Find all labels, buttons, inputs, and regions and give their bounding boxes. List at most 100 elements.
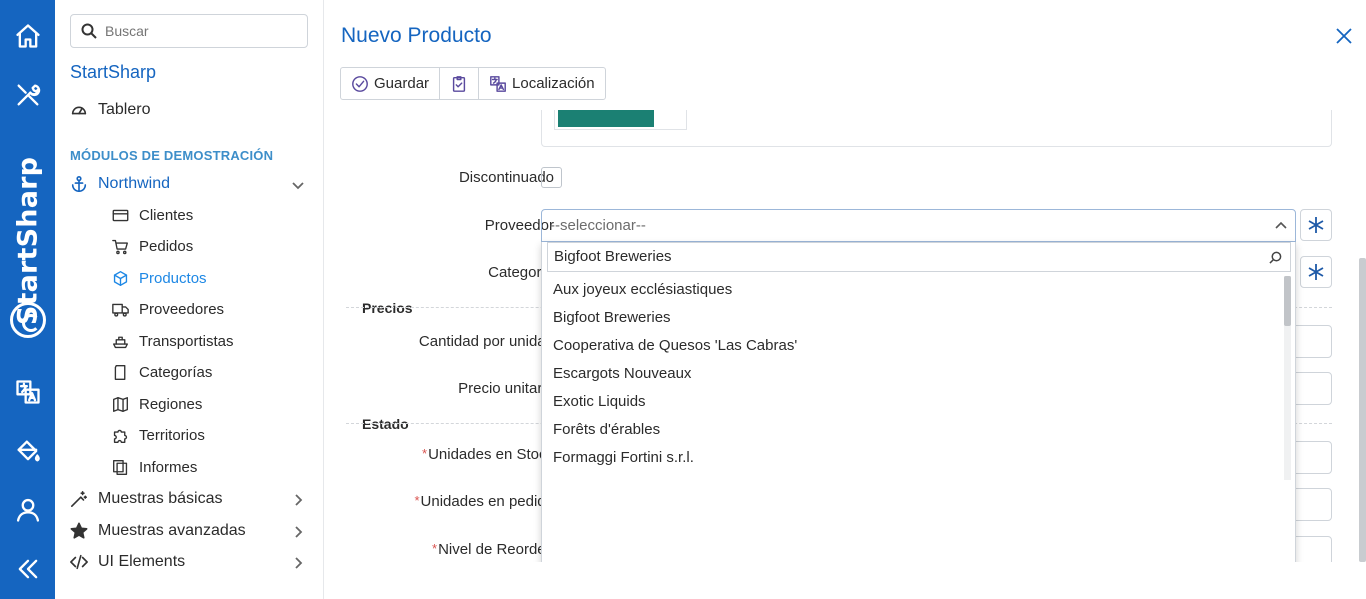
nav-item-label: Tablero bbox=[98, 101, 151, 118]
nav-group-ui-elements[interactable]: UI Elements bbox=[70, 553, 185, 571]
nav-item-dashboard[interactable]: Tablero bbox=[70, 101, 150, 119]
localization-button-label: Localización bbox=[512, 75, 595, 92]
nav-item-label: UI Elements bbox=[98, 553, 186, 570]
dropdown-scrollbar[interactable] bbox=[1284, 276, 1291, 480]
reorder-level-label-text: Nivel de Reorden bbox=[438, 541, 554, 558]
sidebar-item-proveedores[interactable]: Proveedores bbox=[112, 301, 224, 318]
sidebar-item-label: Pedidos bbox=[139, 238, 194, 255]
prices-section-title: Precios bbox=[362, 300, 413, 316]
sidebar-item-label: Transportistas bbox=[139, 333, 234, 350]
sidebar-item-transportistas[interactable]: Transportistas bbox=[112, 333, 233, 350]
cart-icon bbox=[112, 239, 128, 255]
sidebar-item-pedidos[interactable]: Pedidos bbox=[112, 238, 193, 255]
chevron-down-icon[interactable] bbox=[291, 178, 305, 192]
nav-item-label: Muestras avanzadas bbox=[98, 522, 246, 539]
puzzle-icon bbox=[113, 429, 128, 443]
add-category-button[interactable] bbox=[1300, 256, 1332, 288]
unit-price-label: Precio unitario bbox=[458, 380, 554, 397]
discontinued-checkbox[interactable] bbox=[541, 167, 562, 188]
user-icon[interactable] bbox=[12, 494, 43, 525]
dialog-scrollbar[interactable] bbox=[1359, 258, 1366, 562]
asterisk-icon bbox=[1308, 264, 1324, 280]
qty-per-unit-label: Cantidad por unidad bbox=[418, 333, 554, 350]
check-circle-icon bbox=[352, 75, 368, 92]
required-marker: * bbox=[422, 446, 428, 461]
supplier-dropdown-search[interactable]: Bigfoot Breweries bbox=[547, 242, 1291, 272]
supplier-option[interactable]: Formaggi Fortini s.r.l. bbox=[542, 444, 1287, 472]
sidebar-item-regiones[interactable]: Regiones bbox=[112, 396, 202, 413]
magic-wand-icon bbox=[70, 490, 88, 508]
sidebar-item-territorios[interactable]: Territorios bbox=[112, 427, 205, 444]
supplier-dropdown-search-value: Bigfoot Breweries bbox=[554, 248, 672, 265]
gauge-icon bbox=[71, 106, 87, 115]
nav-item-northwind[interactable]: Northwind bbox=[70, 175, 308, 193]
supplier-option[interactable]: Escargots Nouveaux bbox=[542, 360, 1287, 388]
dialog-title: Nuevo Producto bbox=[341, 24, 492, 47]
image-upload-field[interactable] bbox=[541, 110, 1332, 147]
dialog-toolbar: Guardar Localización bbox=[340, 67, 606, 100]
chevron-right-icon[interactable] bbox=[291, 525, 305, 539]
nav-group-muestras-basicas[interactable]: Muestras básicas bbox=[70, 490, 223, 508]
supplier-option[interactable]: Forêts d'érables bbox=[542, 416, 1287, 444]
sidebar-item-label: Productos bbox=[139, 270, 207, 287]
search-input[interactable] bbox=[105, 23, 285, 39]
home-icon[interactable] bbox=[12, 20, 43, 51]
code-icon bbox=[70, 554, 88, 570]
supplier-options: Aux joyeux ecclésiastiques Bigfoot Brewe… bbox=[542, 276, 1287, 472]
clipboard-check-icon bbox=[452, 75, 466, 92]
translate-icon bbox=[490, 75, 506, 92]
tools-icon[interactable] bbox=[12, 79, 43, 110]
close-icon[interactable] bbox=[1334, 26, 1354, 46]
left-rail: StartSharp bbox=[0, 0, 55, 599]
paint-bucket-icon[interactable] bbox=[12, 435, 43, 466]
units-on-order-label: *Unidades en pedido bbox=[414, 493, 554, 510]
map-icon bbox=[113, 397, 128, 412]
star-icon bbox=[70, 522, 88, 539]
sidebar-item-label: Proveedores bbox=[139, 301, 225, 318]
cube-icon bbox=[113, 271, 128, 286]
product-image-thumbnail bbox=[554, 110, 687, 130]
card-icon bbox=[112, 209, 129, 222]
sidebar-item-categorias[interactable]: Categorías bbox=[112, 364, 212, 381]
anchor-icon bbox=[71, 175, 87, 193]
reorder-level-label: *Nivel de Reorden bbox=[432, 541, 554, 558]
supplier-option[interactable]: Exotic Liquids bbox=[542, 388, 1287, 416]
nav-item-label: Muestras básicas bbox=[98, 490, 223, 507]
nav-item-label: Northwind bbox=[98, 175, 171, 192]
save-button-label: Guardar bbox=[374, 75, 430, 92]
collapse-icon[interactable] bbox=[12, 553, 43, 584]
section-title: MÓDULOS DE DEMOSTRACIÓN bbox=[70, 148, 274, 163]
sidebar-item-productos[interactable]: Productos bbox=[112, 270, 207, 287]
supplier-select-placeholder: --seleccionar-- bbox=[550, 217, 646, 234]
save-button[interactable]: Guardar bbox=[341, 68, 441, 99]
sidebar-item-clientes[interactable]: Clientes bbox=[112, 207, 193, 224]
status-section-title: Estado bbox=[362, 416, 409, 432]
add-supplier-button[interactable] bbox=[1300, 209, 1332, 241]
sidebar-item-label: Categorías bbox=[139, 364, 213, 381]
localization-button[interactable]: Localización bbox=[479, 68, 605, 99]
discontinued-label: Discontinuado bbox=[458, 169, 554, 186]
sidebar-item-label: Regiones bbox=[139, 396, 203, 413]
supplier-select[interactable]: --seleccionar-- bbox=[541, 209, 1296, 242]
sidebar-item-informes[interactable]: Informes bbox=[112, 459, 197, 476]
required-marker: * bbox=[414, 493, 420, 508]
sidebar-item-label: Territorios bbox=[139, 427, 205, 444]
supplier-option[interactable]: Cooperativa de Quesos 'Las Cabras' bbox=[542, 332, 1287, 360]
brand-logo-icon bbox=[10, 302, 46, 338]
chevron-right-icon[interactable] bbox=[291, 493, 305, 507]
copy-icon bbox=[113, 460, 128, 475]
supplier-dropdown: Bigfoot Breweries Aux joyeux ecclésiasti… bbox=[541, 242, 1296, 562]
supplier-option[interactable]: Bigfoot Breweries bbox=[542, 304, 1287, 332]
sidebar: StartSharp Tablero MÓDULOS DE DEMOSTRACI… bbox=[55, 0, 323, 599]
sidebar-item-label: Clientes bbox=[139, 207, 194, 224]
supplier-option[interactable]: Aux joyeux ecclésiastiques bbox=[542, 276, 1287, 304]
nav-group-muestras-avanzadas[interactable]: Muestras avanzadas bbox=[70, 522, 246, 540]
search-icon bbox=[1269, 251, 1282, 264]
chevron-right-icon[interactable] bbox=[291, 556, 305, 570]
apply-changes-button[interactable] bbox=[440, 68, 480, 99]
translate-icon[interactable] bbox=[12, 376, 43, 407]
required-marker: * bbox=[432, 541, 438, 556]
sidebar-item-label: Informes bbox=[139, 459, 198, 476]
search-box[interactable] bbox=[70, 14, 308, 48]
page-icon bbox=[114, 365, 126, 380]
